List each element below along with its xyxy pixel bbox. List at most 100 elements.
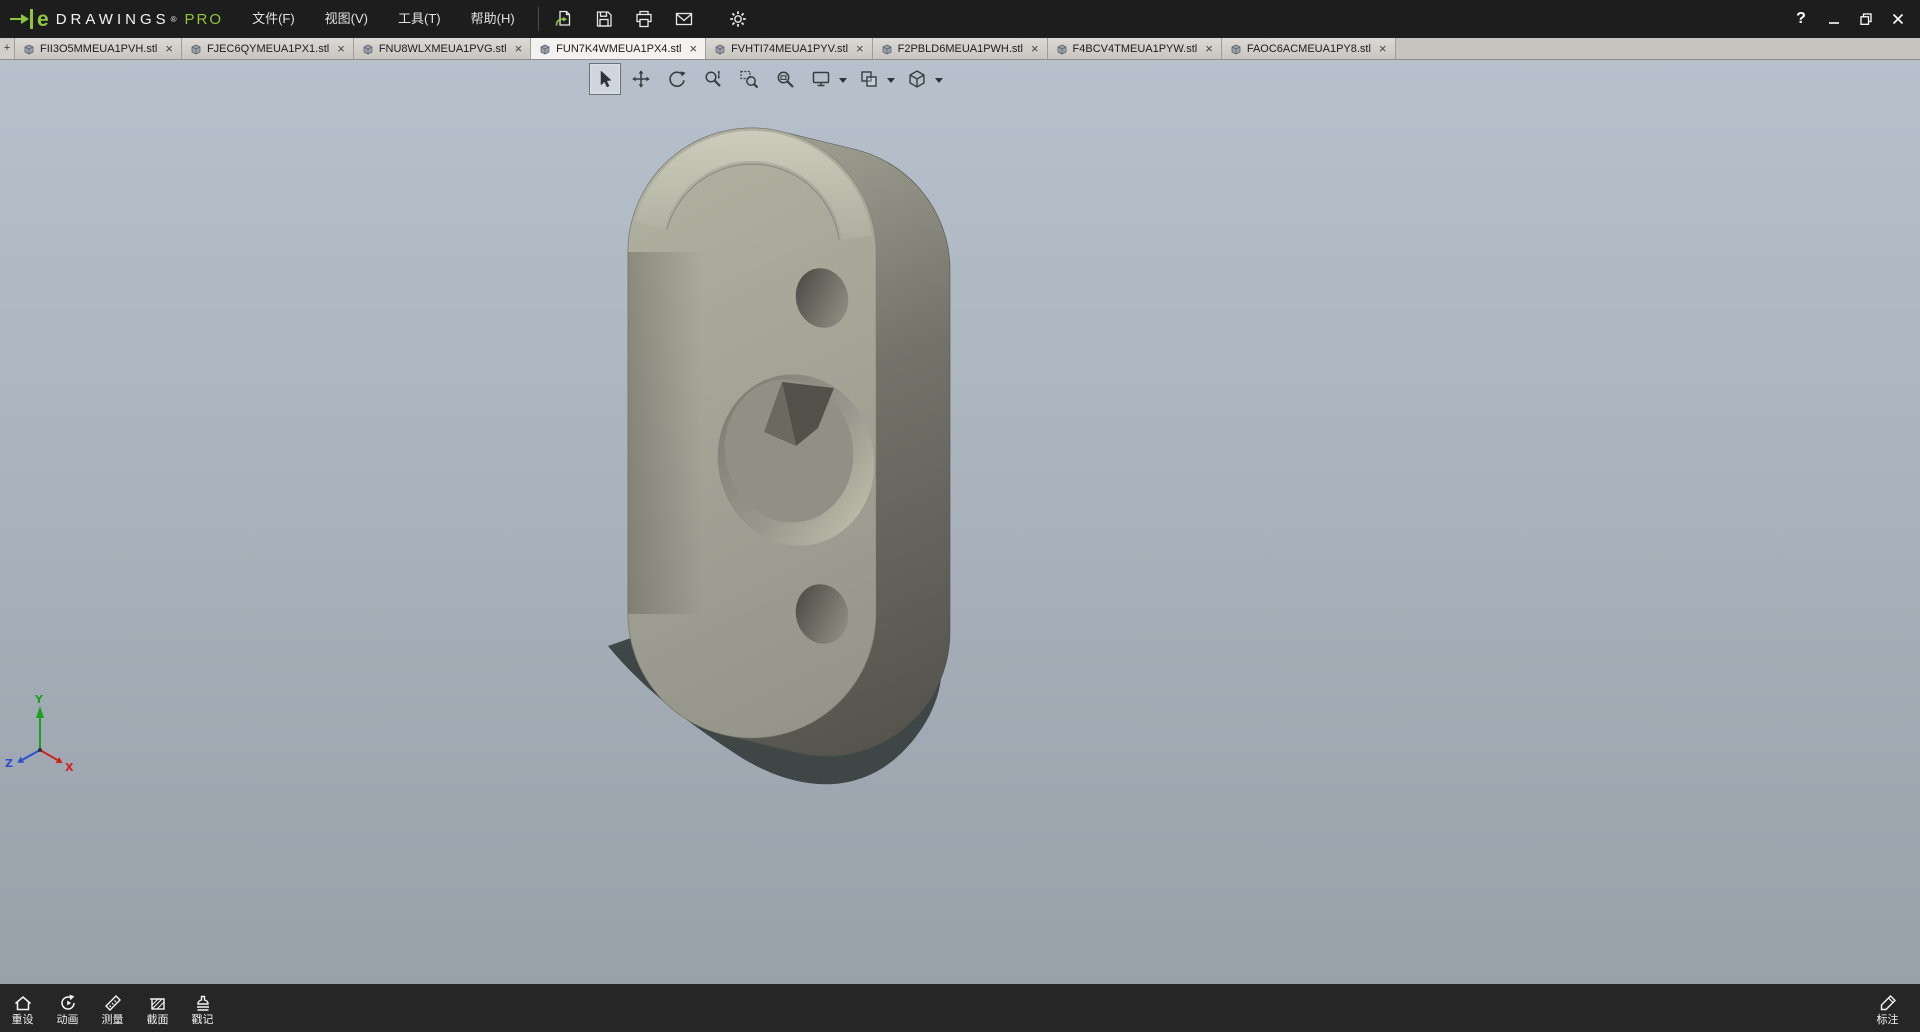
tab-document-4-active[interactable]: FUN7K4WMEUA1PX4.stl × bbox=[531, 38, 706, 59]
tab-close-icon[interactable]: × bbox=[856, 44, 864, 54]
display-mode-button[interactable] bbox=[805, 63, 837, 95]
zoom-tool-button[interactable] bbox=[697, 63, 729, 95]
tab-document-7[interactable]: F4BCV4TMEUA1PYW.stl × bbox=[1048, 38, 1222, 59]
markup-button[interactable]: 标注 bbox=[1865, 990, 1910, 1026]
view-orientation-button[interactable] bbox=[901, 63, 933, 95]
tab-document-3[interactable]: FNU8WLXMEUA1PVG.stl × bbox=[354, 38, 531, 59]
menu-view[interactable]: 视图(V) bbox=[310, 0, 383, 38]
close-button[interactable] bbox=[1882, 5, 1914, 33]
model-3d-view: Y X Z bbox=[0, 60, 1920, 984]
tab-close-icon[interactable]: × bbox=[165, 44, 173, 54]
window-controls: ? bbox=[1784, 5, 1914, 33]
tab-close-icon[interactable]: × bbox=[1031, 44, 1039, 54]
tab-close-icon[interactable]: × bbox=[1205, 44, 1213, 54]
part-icon bbox=[362, 43, 374, 55]
select-tool-button[interactable] bbox=[589, 63, 621, 95]
menu-file[interactable]: 文件(F) bbox=[237, 0, 310, 38]
tab-label: FUN7K4WMEUA1PX4.stl bbox=[556, 43, 681, 55]
tab-label: F4BCV4TMEUA1PYW.stl bbox=[1073, 43, 1198, 55]
help-button[interactable]: ? bbox=[1784, 10, 1818, 28]
print-icon bbox=[634, 9, 654, 29]
tab-close-icon[interactable]: × bbox=[1379, 44, 1387, 54]
pan-tool-button[interactable] bbox=[625, 63, 657, 95]
button-label: 测量 bbox=[102, 1014, 124, 1026]
appearance-button[interactable] bbox=[853, 63, 885, 95]
tab-label: FII3O5MMEUA1PVH.stl bbox=[40, 43, 157, 55]
options-button[interactable] bbox=[721, 4, 755, 34]
dropdown-caret-icon[interactable] bbox=[935, 78, 943, 87]
minimize-button[interactable] bbox=[1818, 5, 1850, 33]
restore-icon bbox=[1859, 12, 1873, 26]
dropdown-caret-icon[interactable] bbox=[887, 78, 895, 87]
section-button[interactable]: 截面 bbox=[135, 990, 180, 1026]
tab-label: FNU8WLXMEUA1PVG.stl bbox=[379, 43, 507, 55]
zoom-fit-icon bbox=[775, 69, 795, 89]
tab-close-icon[interactable]: × bbox=[515, 44, 523, 54]
menu-help[interactable]: 帮助(H) bbox=[456, 0, 530, 38]
tab-document-6[interactable]: F2PBLD6MEUA1PWH.stl × bbox=[873, 38, 1048, 59]
part-icon bbox=[714, 43, 726, 55]
triad-z-label: Z bbox=[5, 757, 13, 770]
logo-product: DRAWINGS bbox=[56, 11, 170, 28]
button-label: 重设 bbox=[12, 1014, 34, 1026]
zoom-icon bbox=[703, 69, 723, 89]
toolbar-separator bbox=[538, 7, 539, 31]
animation-icon bbox=[58, 993, 78, 1013]
open-button[interactable] bbox=[547, 4, 581, 34]
zoom-area-icon bbox=[739, 69, 759, 89]
logo-edition: PRO bbox=[185, 11, 224, 28]
titlebar-toolbar bbox=[547, 4, 755, 34]
select-icon bbox=[595, 69, 615, 89]
button-label: 标注 bbox=[1877, 1014, 1899, 1026]
measure-button[interactable]: 测量 bbox=[90, 990, 135, 1026]
print-button[interactable] bbox=[627, 4, 661, 34]
menu-tools[interactable]: 工具(T) bbox=[383, 0, 456, 38]
tab-document-8[interactable]: FAOC6ACMEUA1PY8.stl × bbox=[1222, 38, 1396, 59]
close-icon bbox=[1891, 12, 1905, 26]
pencil-icon bbox=[1878, 993, 1898, 1013]
logo-letter: e bbox=[37, 9, 49, 30]
titlebar: e DRAWINGS ® PRO 文件(F) 视图(V) 工具(T) 帮助(H) bbox=[0, 0, 1920, 38]
button-label: 截面 bbox=[147, 1014, 169, 1026]
zoom-fit-tool-button[interactable] bbox=[769, 63, 801, 95]
part-icon bbox=[539, 43, 551, 55]
rotate-tool-button[interactable] bbox=[661, 63, 693, 95]
part-icon bbox=[1056, 43, 1068, 55]
display-mode-icon bbox=[811, 69, 831, 89]
section-icon bbox=[148, 993, 168, 1013]
tab-close-icon[interactable]: × bbox=[337, 44, 345, 54]
logo-reg: ® bbox=[171, 15, 177, 24]
dropdown-caret-icon[interactable] bbox=[839, 78, 847, 87]
orientation-triad: Y X Z bbox=[5, 693, 74, 774]
view-toolbar bbox=[589, 63, 945, 95]
new-tab-button[interactable]: + bbox=[0, 38, 15, 59]
stamp-button[interactable]: 戳记 bbox=[180, 990, 225, 1026]
reset-button[interactable]: 重设 bbox=[0, 990, 45, 1026]
animation-button[interactable]: 动画 bbox=[45, 990, 90, 1026]
send-email-button[interactable] bbox=[667, 4, 701, 34]
tab-label: FAOC6ACMEUA1PY8.stl bbox=[1247, 43, 1371, 55]
rotate-icon bbox=[667, 69, 687, 89]
part-icon bbox=[881, 43, 893, 55]
pan-icon bbox=[631, 69, 651, 89]
app-logo: e DRAWINGS ® PRO bbox=[10, 8, 223, 30]
save-button[interactable] bbox=[587, 4, 621, 34]
part-icon bbox=[1230, 43, 1242, 55]
tab-label: F2PBLD6MEUA1PWH.stl bbox=[898, 43, 1023, 55]
tab-label: FJEC6QYMEUA1PX1.stl bbox=[207, 43, 329, 55]
triad-x-label: X bbox=[65, 761, 74, 774]
measure-icon bbox=[103, 993, 123, 1013]
tab-document-1[interactable]: FII3O5MMEUA1PVH.stl × bbox=[15, 38, 182, 59]
tab-document-2[interactable]: FJEC6QYMEUA1PX1.stl × bbox=[182, 38, 354, 59]
face-edge-shade bbox=[628, 252, 702, 614]
tab-document-5[interactable]: FVHTI74MEUA1PYV.stl × bbox=[706, 38, 873, 59]
gear-icon bbox=[728, 9, 748, 29]
edrawings-logo-icon bbox=[10, 8, 36, 30]
button-label: 戳记 bbox=[192, 1014, 214, 1026]
viewport-canvas[interactable]: Y X Z bbox=[0, 60, 1920, 984]
tab-close-icon[interactable]: × bbox=[689, 44, 697, 54]
zoom-area-tool-button[interactable] bbox=[733, 63, 765, 95]
bottom-toolbar: 重设 动画 测量 截面 戳记 bbox=[0, 984, 1920, 1032]
appearance-icon bbox=[859, 69, 879, 89]
restore-button[interactable] bbox=[1850, 5, 1882, 33]
